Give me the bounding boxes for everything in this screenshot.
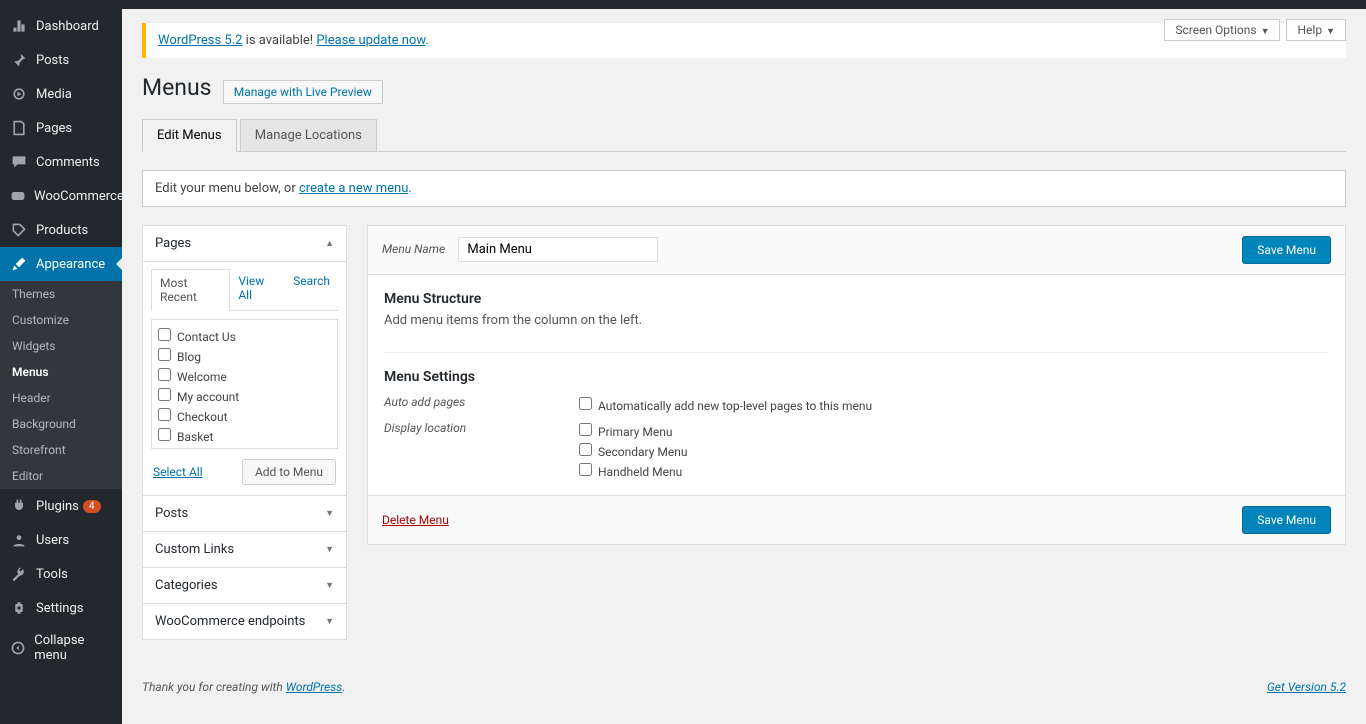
submenu-background[interactable]: Background	[0, 411, 122, 437]
sidebar-item-products[interactable]: Products	[0, 213, 122, 247]
sidebar-item-comments[interactable]: Comments	[0, 145, 122, 179]
submenu-widgets[interactable]: Widgets	[0, 333, 122, 359]
info-box: Edit your menu below, or create a new me…	[142, 170, 1346, 207]
live-preview-button[interactable]: Manage with Live Preview	[223, 80, 383, 104]
sidebar-item-posts[interactable]: Posts	[0, 43, 122, 77]
user-icon	[10, 531, 28, 549]
collapse-icon	[10, 639, 26, 657]
triangle-down-icon: ▼	[325, 508, 334, 519]
pages-tab-search[interactable]: Search	[285, 268, 338, 310]
pages-tab-viewall[interactable]: View All	[230, 268, 285, 310]
triangle-up-icon: ▲	[325, 238, 334, 249]
accordion-pages-header[interactable]: Pages▲	[143, 226, 346, 261]
settings-icon	[10, 599, 28, 617]
location-handheld-checkbox[interactable]: Handheld Menu	[579, 461, 687, 481]
location-primary-checkbox[interactable]: Primary Menu	[579, 421, 687, 441]
triangle-down-icon: ▼	[325, 580, 334, 591]
sidebar-item-pages[interactable]: Pages	[0, 111, 122, 145]
page-checkbox-item[interactable]: Basket	[158, 426, 331, 446]
sidebar-item-appearance[interactable]: Appearance	[0, 247, 122, 281]
pages-tab-recent[interactable]: Most Recent	[151, 269, 230, 311]
appearance-submenu: Themes Customize Widgets Menus Header Ba…	[0, 281, 122, 489]
page-checkbox-item[interactable]: Shop	[158, 446, 331, 449]
pages-checklist[interactable]: Contact Us Blog Welcome My account Check…	[151, 319, 338, 449]
page-checkbox-item[interactable]: Checkout	[158, 406, 331, 426]
accordion-woo-endpoints-header[interactable]: WooCommerce endpoints▼	[143, 603, 346, 639]
submenu-customize[interactable]: Customize	[0, 307, 122, 333]
menu-settings-heading: Menu Settings	[384, 369, 1329, 385]
sidebar-item-dashboard[interactable]: Dashboard	[0, 9, 122, 43]
triangle-down-icon: ▼	[325, 544, 334, 555]
select-all-link[interactable]: Select All	[153, 465, 203, 479]
get-version-link[interactable]: Get Version 5.2	[1267, 680, 1346, 694]
sidebar-item-media[interactable]: Media	[0, 77, 122, 111]
screen-options-button[interactable]: Screen Options▼	[1164, 19, 1280, 41]
chevron-down-icon: ▼	[1261, 27, 1270, 37]
auto-add-checkbox[interactable]: Automatically add new top-level pages to…	[579, 395, 872, 415]
sidebar-collapse[interactable]: Collapse menu	[0, 625, 122, 671]
brush-icon	[10, 255, 28, 273]
submenu-menus[interactable]: Menus	[0, 359, 122, 385]
add-menu-items-panel: Pages▲ Most Recent View All Search Conta…	[142, 225, 347, 640]
page-checkbox-item[interactable]: Blog	[158, 346, 331, 366]
sidebar-item-tools[interactable]: Tools	[0, 557, 122, 591]
display-location-label: Display location	[384, 421, 579, 481]
plugin-icon	[10, 497, 28, 515]
add-to-menu-button[interactable]: Add to Menu	[242, 459, 336, 485]
tool-icon	[10, 565, 28, 583]
nav-tabs: Edit Menus Manage Locations	[142, 118, 1346, 152]
submenu-header[interactable]: Header	[0, 385, 122, 411]
sidebar-item-settings[interactable]: Settings	[0, 591, 122, 625]
sidebar-item-woocommerce[interactable]: WooCommerce	[0, 179, 122, 213]
comment-icon	[10, 153, 28, 171]
menu-name-label: Menu Name	[382, 242, 445, 256]
product-icon	[10, 221, 28, 239]
tab-edit-menus[interactable]: Edit Menus	[142, 119, 237, 152]
sidebar-item-users[interactable]: Users	[0, 523, 122, 557]
wordpress-link[interactable]: WordPress	[286, 680, 343, 694]
accordion-custom-links-header[interactable]: Custom Links▼	[143, 531, 346, 567]
auto-add-label: Auto add pages	[384, 395, 579, 415]
woo-icon	[10, 187, 26, 205]
submenu-editor[interactable]: Editor	[0, 463, 122, 489]
admin-toolbar[interactable]	[0, 0, 1366, 9]
delete-menu-link[interactable]: Delete Menu	[382, 513, 449, 527]
dashboard-icon	[10, 17, 28, 35]
update-now-link[interactable]: Please update now	[316, 33, 425, 48]
main-content: Screen Options▼ Help▼ WordPress 5.2 is a…	[122, 9, 1366, 724]
submenu-storefront[interactable]: Storefront	[0, 437, 122, 463]
plugins-badge: 4	[83, 500, 101, 513]
chevron-down-icon: ▼	[1326, 27, 1335, 37]
save-menu-button-top[interactable]: Save Menu	[1242, 236, 1331, 264]
triangle-down-icon: ▼	[325, 616, 334, 627]
save-menu-button-bottom[interactable]: Save Menu	[1242, 506, 1331, 534]
page-checkbox-item[interactable]: Welcome	[158, 366, 331, 386]
sidebar-item-plugins[interactable]: Plugins4	[0, 489, 122, 523]
menu-editor: Menu Name Save Menu Menu Structure Add m…	[367, 225, 1346, 545]
create-new-menu-link[interactable]: create a new menu	[299, 181, 408, 196]
page-title: Menus	[142, 74, 212, 101]
tab-manage-locations[interactable]: Manage Locations	[240, 119, 377, 151]
accordion-posts-header[interactable]: Posts▼	[143, 495, 346, 531]
wordpress-version-link[interactable]: WordPress 5.2	[158, 33, 242, 48]
accordion-categories-header[interactable]: Categories▼	[143, 567, 346, 603]
location-secondary-checkbox[interactable]: Secondary Menu	[579, 441, 687, 461]
page-checkbox-item[interactable]: Contact Us	[158, 326, 331, 346]
admin-footer: Thank you for creating with WordPress. G…	[142, 680, 1346, 694]
pin-icon	[10, 51, 28, 69]
admin-sidebar: Dashboard Posts Media Pages Comments Woo…	[0, 9, 122, 724]
menu-name-input[interactable]	[458, 237, 658, 262]
page-icon	[10, 119, 28, 137]
page-checkbox-item[interactable]: My account	[158, 386, 331, 406]
menu-structure-description: Add menu items from the column on the le…	[384, 313, 1329, 328]
media-icon	[10, 85, 28, 103]
menu-structure-heading: Menu Structure	[384, 291, 1329, 307]
help-button[interactable]: Help▼	[1286, 19, 1346, 41]
submenu-themes[interactable]: Themes	[0, 281, 122, 307]
